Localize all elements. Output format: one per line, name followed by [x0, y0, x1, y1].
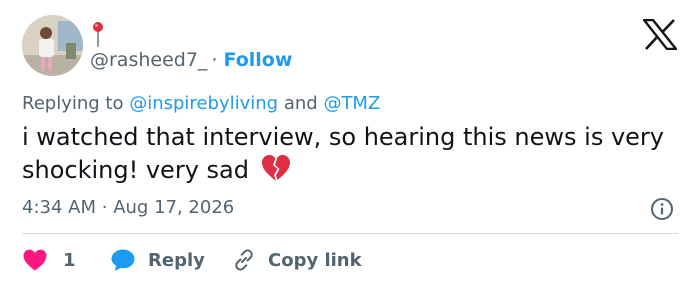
copy-link-button[interactable]: Copy link: [232, 246, 362, 274]
round-pushpin-emoji: [93, 22, 103, 47]
reply-label: Reply: [148, 249, 205, 271]
mention-link[interactable]: @TMZ: [323, 93, 380, 114]
copy-link-label: Copy link: [268, 249, 362, 271]
reply-button[interactable]: Reply: [110, 246, 205, 274]
tweet-card: @rasheed7_ · Follow Replying to @inspire…: [0, 0, 700, 287]
reply-context-conjunction: and: [283, 93, 318, 114]
heart-icon: [23, 249, 47, 271]
x-logo-icon[interactable]: [643, 19, 677, 50]
broken-heart-icon: [261, 155, 290, 181]
reply-bubble-icon: [111, 249, 135, 271]
divider: [22, 233, 678, 234]
meta-separator: ·: [101, 197, 108, 218]
mention-link[interactable]: @inspirebyliving: [129, 93, 278, 114]
follow-button[interactable]: Follow: [223, 47, 292, 73]
author-separator: ·: [211, 49, 218, 71]
tweet-date[interactable]: Aug 17, 2026: [113, 197, 234, 218]
author-handle[interactable]: @rasheed7_: [90, 47, 207, 73]
tweet-time[interactable]: 4:34 AM: [22, 197, 96, 218]
avatar[interactable]: [22, 15, 83, 76]
tweet-meta: 4:34 AM · Aug 17, 2026: [22, 196, 234, 220]
reply-context: Replying to @inspirebyliving and @TMZ: [22, 92, 380, 116]
like-button[interactable]: 1: [22, 246, 76, 274]
author-row: @rasheed7_ · Follow: [90, 47, 292, 73]
link-icon: [235, 249, 253, 271]
tweet-text: i watched that interview, so hearing thi…: [22, 121, 682, 187]
like-count: 1: [63, 249, 76, 271]
info-icon[interactable]: [650, 197, 674, 221]
reply-context-prefix: Replying to: [22, 93, 124, 114]
tweet-body: i watched that interview, so hearing thi…: [22, 123, 664, 184]
profile-photo: [22, 15, 83, 76]
